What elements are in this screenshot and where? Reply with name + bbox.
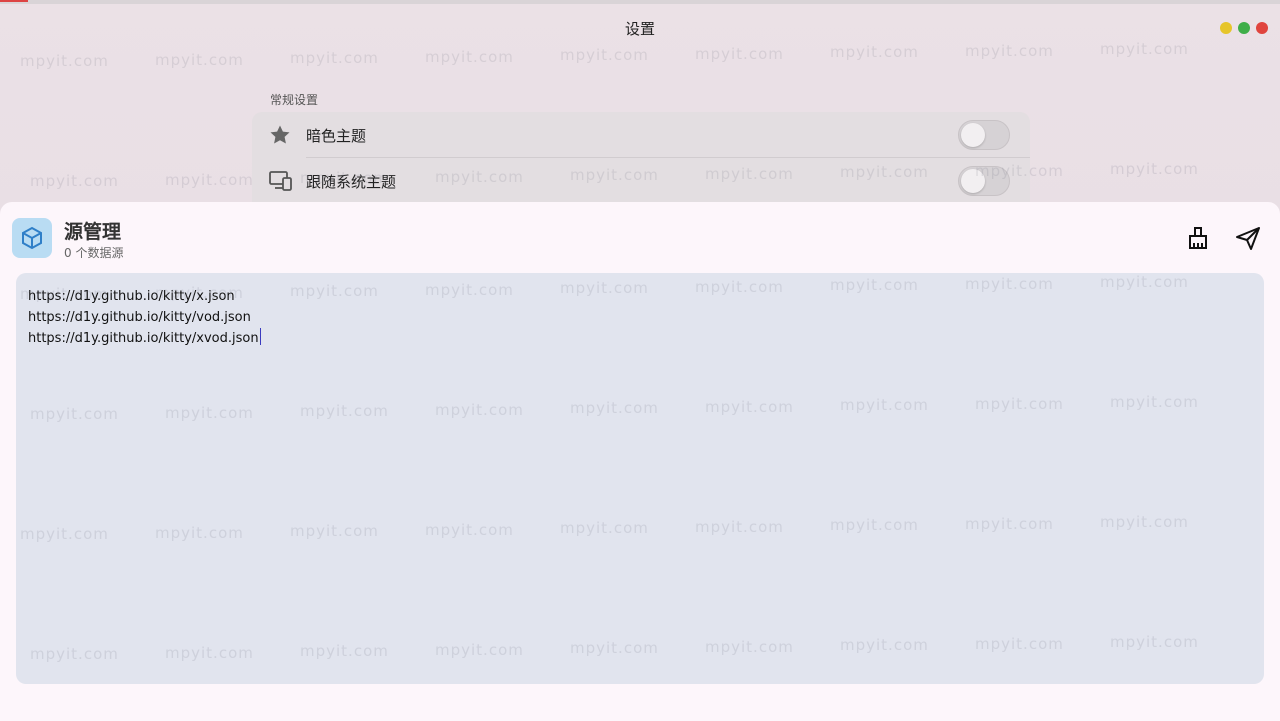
text-caret bbox=[259, 328, 261, 345]
editor-line-last: https://d1y.github.io/kitty/xvod.json bbox=[28, 328, 1252, 349]
send-icon[interactable] bbox=[1234, 224, 1262, 252]
source-count: 0 个数据源 bbox=[64, 246, 124, 260]
setting-label: 暗色主题 bbox=[306, 127, 367, 145]
setting-row-follow-system[interactable]: 跟随系统主题 bbox=[252, 158, 1030, 203]
sheet-title: 源管理 bbox=[64, 221, 122, 243]
star-icon bbox=[268, 123, 292, 147]
close-button[interactable] bbox=[1256, 22, 1268, 34]
monitor-icon bbox=[268, 169, 292, 193]
top-strip-accent bbox=[0, 0, 28, 2]
settings-card: 暗色主题 跟随系统主题 bbox=[252, 112, 1030, 212]
setting-label: 跟随系统主题 bbox=[306, 173, 397, 191]
top-strip bbox=[0, 0, 1280, 4]
window-title: 设置 bbox=[624, 20, 655, 38]
dark-theme-toggle[interactable] bbox=[958, 120, 1010, 150]
cube-icon bbox=[12, 218, 52, 258]
editor-line: https://d1y.github.io/kitty/x.json bbox=[28, 289, 235, 304]
source-url-editor[interactable]: https://d1y.github.io/kitty/x.json https… bbox=[16, 273, 1264, 684]
toggle-knob bbox=[961, 123, 985, 147]
source-management-sheet: 源管理 0 个数据源 https://d1y.github.io/kitty/x… bbox=[0, 202, 1280, 721]
broom-icon[interactable] bbox=[1184, 224, 1212, 252]
setting-row-dark-theme[interactable]: 暗色主题 bbox=[252, 112, 1030, 158]
follow-system-toggle[interactable] bbox=[958, 166, 1010, 196]
section-label: 常规设置 bbox=[270, 93, 319, 107]
minimize-button[interactable] bbox=[1220, 22, 1232, 34]
editor-line: https://d1y.github.io/kitty/vod.json bbox=[28, 310, 251, 325]
editor-line-text: https://d1y.github.io/kitty/xvod.json bbox=[28, 331, 259, 346]
toggle-knob bbox=[961, 169, 985, 193]
maximize-button[interactable] bbox=[1238, 22, 1250, 34]
